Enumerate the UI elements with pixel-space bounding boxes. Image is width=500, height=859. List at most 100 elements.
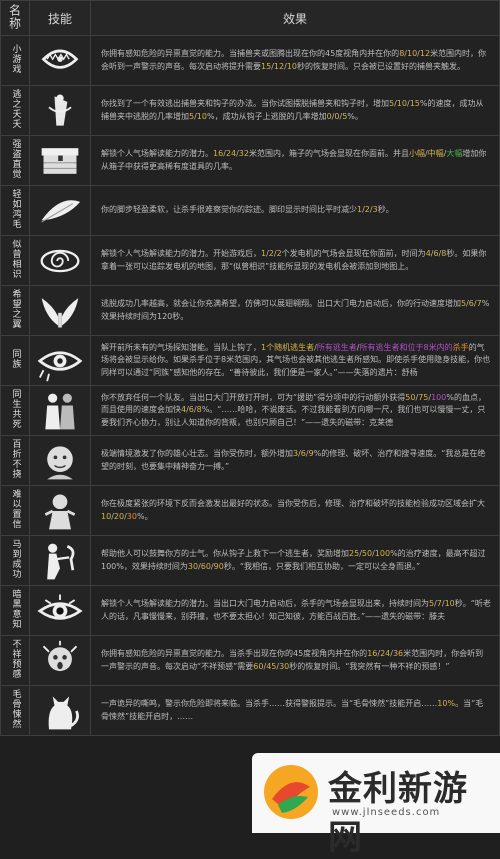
description-value: 16 bbox=[367, 649, 378, 658]
perk-description: 你拥有感知危险的异禀直觉的能力。当杀手出现在你的45度视角内并在你的16/24/… bbox=[90, 635, 500, 686]
description-value: 32 bbox=[238, 149, 249, 158]
description-text: 你拥有感知危险的异禀直觉的能力。当杀手出现在你的45度视角内并在你的 bbox=[101, 649, 368, 658]
table-row: 难以置信 你在极度紧张的环境下反而会激发出最好的状态。当你受伤后，修理、治疗和破坏… bbox=[0, 485, 500, 536]
description-value: 45 bbox=[266, 661, 277, 671]
perk-icon-cell bbox=[29, 535, 91, 586]
description-text: 极端情境激发了你的雄心壮志。当你受伤时，额外增加 bbox=[101, 449, 293, 458]
table-row: 小游戏 你拥有感知危险的异禀直觉的能力。当捕兽夹或图腾出现在你的45度视角内并在你… bbox=[0, 35, 500, 86]
perk-icon-cell bbox=[29, 585, 91, 636]
perk-name-cell: 似曾相识 bbox=[0, 235, 30, 286]
perk-table: 名称 技能 效果 小游戏 你拥有感知危险的异禀直觉的能力。当捕兽夹或图腾出现在你的… bbox=[0, 0, 500, 736]
perk-icon-cell bbox=[29, 135, 91, 186]
table-row: 轻如鸿毛 你的脚步轻盈柔软，让杀手很难察觉你的踪迹。脚印显示时间比平时减少1/2/… bbox=[0, 185, 500, 236]
header-skill: 技能 bbox=[29, 0, 91, 36]
perk-name: 百折不挠 bbox=[10, 438, 21, 479]
description-text: 你在极度紧张的环境下反而会激发出最好的状态。当你受伤后，修理、治疗和破坏的技能检… bbox=[101, 499, 485, 508]
description-value: 24 bbox=[225, 149, 237, 158]
description-text: 秒的恢复时间。“我突然有一种不祥的预感！” bbox=[289, 661, 450, 671]
header-effect: 效果 bbox=[90, 0, 500, 36]
description-text: 秒的恢复时间。只会被已设置好的捕兽夹触发。 bbox=[296, 61, 465, 71]
description-value: 10 bbox=[196, 111, 207, 121]
perk-name-cell: 毛骨悚然 bbox=[0, 685, 30, 736]
table-row: 希望之翼 逃脱成功几率越高，就会让你充满希望，仿佛可以展翅翱翔。出口大门电力启动后… bbox=[0, 285, 500, 336]
description-value: 10 bbox=[444, 599, 455, 608]
description-value: 15 bbox=[261, 61, 272, 71]
perk-name: 似曾相识 bbox=[10, 238, 21, 279]
description-value: 36 bbox=[392, 649, 404, 658]
perk-icon-cell bbox=[29, 35, 91, 86]
perk-name-cell: 强盗直觉 bbox=[0, 135, 30, 186]
description-text: 解锁个人气场解读能力的潜力。 bbox=[101, 149, 213, 158]
description-value: 50 bbox=[405, 392, 416, 402]
together-icon bbox=[45, 393, 75, 429]
description-value: 小幅 bbox=[408, 149, 425, 158]
perk-icon-cell bbox=[29, 185, 91, 236]
description-value: 12 bbox=[273, 61, 285, 71]
description-value: 100 bbox=[374, 549, 391, 558]
perk-name-cell: 同族 bbox=[0, 335, 30, 386]
header-name: 名称 bbox=[0, 0, 30, 36]
perk-icon-cell bbox=[29, 385, 91, 436]
trap-escape-icon bbox=[48, 94, 72, 126]
perk-icon-cell bbox=[29, 235, 91, 286]
perk-name: 希望之翼 bbox=[10, 288, 21, 329]
description-text: 一声诡异的嘶鸣，警示你危险即将来临。当杀手……获得警报提示。当“毛骨悚然”技能开… bbox=[101, 699, 438, 708]
perk-description: 你的脚步轻盈柔软，让杀手很难察觉你的踪迹。脚印显示时间比平时减少1/2/3秒。 bbox=[90, 185, 500, 236]
table-row: 似曾相识 解锁个人气场解读能力的潜力。开始游戏后，1/2/2个发电机的气场会显现在… bbox=[0, 235, 500, 286]
perk-icon-cell bbox=[29, 485, 91, 536]
description-text: 逃脱成功几率越高，就会让你充满希望，仿佛可以展翅翱翔。出口大门电力启动后，你的行… bbox=[101, 299, 461, 308]
perk-name: 毛骨悚然 bbox=[10, 688, 21, 729]
face-icon bbox=[47, 445, 73, 479]
wings-icon bbox=[41, 297, 79, 327]
helper-icon bbox=[47, 543, 75, 579]
perk-name: 马到成功 bbox=[10, 538, 21, 579]
perk-description: 你找到了一个有效逃出捕兽夹和钩子的办法。当你试图摆脱捕兽夹和钩子时，增加5/10… bbox=[90, 85, 500, 136]
description-text: %，成功从钩子上逃脱的几率增加 bbox=[206, 111, 327, 121]
description-text: 米范围内，箱子的气场会显现在你面前。并且 bbox=[248, 149, 409, 158]
scared-icon bbox=[42, 640, 78, 671]
perk-icon-cell bbox=[29, 685, 91, 736]
perk-name: 强盗直觉 bbox=[10, 138, 21, 179]
table-header: 名称 技能 效果 bbox=[0, 0, 500, 36]
description-text: 你拥有感知危险的异禀直觉的能力。当捕兽夹或图腾出现在你的45度视角内并在你的 bbox=[101, 49, 400, 58]
eye-icon bbox=[37, 350, 83, 381]
description-value: 30 bbox=[279, 661, 290, 671]
description-text: 你不放弃任何一个队友。当出口大门开放打开时，可为“援助”得分项中的行动额外获得 bbox=[101, 392, 406, 402]
description-value: 12 bbox=[419, 49, 431, 58]
description-text: 解开前所未有的气场探知潜能。当队上钩了， bbox=[101, 342, 261, 352]
perk-name-cell: 小游戏 bbox=[0, 35, 30, 86]
perk-description: 你拥有感知危险的异禀直觉的能力。当捕兽夹或图腾出现在你的45度视角内并在你的8/… bbox=[90, 35, 500, 86]
description-text: 秒。 bbox=[377, 205, 394, 215]
description-value: 10 bbox=[286, 61, 297, 71]
swirl-icon bbox=[40, 249, 80, 272]
perk-description: 你不放弃任何一个队友。当出口大门开放打开时，可为“援助”得分项中的行动额外获得5… bbox=[90, 385, 500, 436]
description-value: 10% bbox=[437, 699, 456, 708]
description-value: 30 bbox=[126, 511, 137, 521]
description-value: 50 bbox=[361, 549, 373, 558]
description-text: 个发电机的气场会显现在你面前，时间为 bbox=[281, 249, 426, 258]
table-row: 暗黑意知 解锁个人气场解读能力的潜力。当出口大门电力启动后，杀手的气场会显现出来，… bbox=[0, 585, 500, 636]
survivor-icon bbox=[44, 494, 76, 529]
description-value: 10 bbox=[101, 511, 112, 521]
perk-name-cell: 同生共死 bbox=[0, 385, 30, 436]
perk-name: 同族 bbox=[10, 348, 21, 369]
description-value: 大幅 bbox=[446, 149, 463, 158]
description-value: 1个随机逃生者 bbox=[261, 342, 315, 352]
description-value: 16 bbox=[213, 149, 224, 158]
perk-description: 极端情境激发了你的雄心壮志。当你受伤时，额外增加3/6/9%的修理、破坏、治疗和… bbox=[90, 435, 500, 486]
perk-description: 解锁个人气场解读能力的潜力。开始游戏后，1/2/2个发电机的气场会显现在你面前，… bbox=[90, 235, 500, 286]
perk-icon-cell bbox=[29, 635, 91, 686]
watermark: 金利新游网 www.jlnseeds.com bbox=[252, 753, 500, 858]
description-value: 60 bbox=[253, 661, 264, 671]
perk-description: 解开前所未有的气场探知潜能。当队上钩了，1个随机逃生者/所有逃生者/所有逃生者和… bbox=[90, 335, 500, 386]
perk-description: 你在极度紧张的环境下反而会激发出最好的状态。当你受伤后，修理、治疗和破坏的技能检… bbox=[90, 485, 500, 536]
perk-name: 暗黑意知 bbox=[10, 588, 21, 629]
perk-name: 轻如鸿毛 bbox=[10, 188, 21, 229]
perk-description: 一声诡异的嘶鸣，警示你危险即将来临。当杀手……获得警报提示。当“毛骨悚然”技能开… bbox=[90, 685, 500, 736]
feather-icon bbox=[41, 199, 81, 222]
description-value: 24 bbox=[380, 649, 391, 658]
description-value: 60 bbox=[200, 561, 211, 571]
description-text: 解锁个人气场解读能力的潜力。当出口大门电力启动后，杀手的气场会显现出来，持续时间… bbox=[101, 599, 429, 608]
chest-icon bbox=[41, 147, 79, 174]
perk-description: 逃脱成功几率越高，就会让你充满希望，仿佛可以展翅翱翔。出口大门电力启动后，你的行… bbox=[90, 285, 500, 336]
